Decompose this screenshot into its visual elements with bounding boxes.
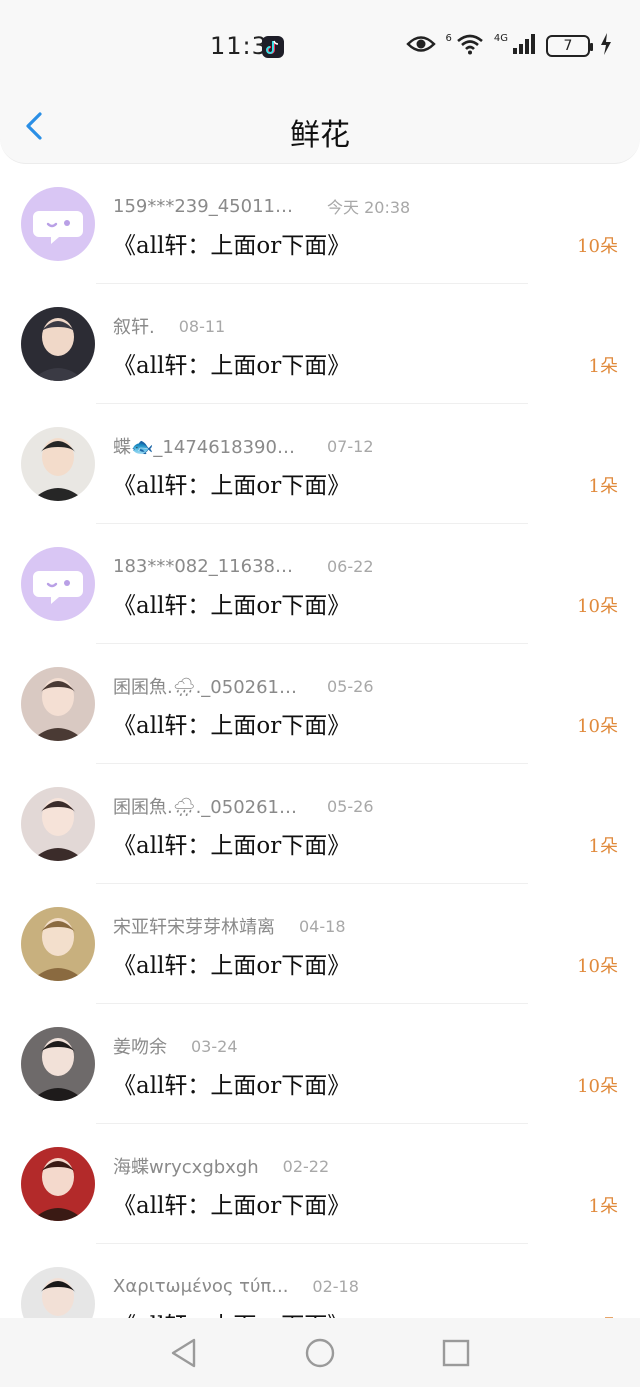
gift-date: 05-26 — [327, 676, 374, 696]
status-bar: 11:38 6 4G 7 — [0, 0, 640, 90]
gift-work-title[interactable]: 《all轩：上面or下面》 — [113, 946, 350, 980]
nav-back-button[interactable] — [166, 1335, 202, 1371]
flower-count: 1朵 — [588, 836, 618, 857]
gift-work-title[interactable]: 《all轩：上面or下面》 — [113, 346, 350, 380]
avatar[interactable] — [21, 1147, 95, 1221]
gift-work-title[interactable]: 《all轩：上面or下面》 — [113, 586, 350, 620]
sender-name[interactable]: 蝶🐟_147461839071... — [113, 433, 303, 459]
flower-count: 10朵 — [577, 596, 618, 617]
sender-name[interactable]: 海蝶wrycxgbxgh — [113, 1153, 259, 1179]
charging-icon — [600, 33, 612, 59]
gift-list-item[interactable]: 囷囷魚.🌧._0502619... 05-26 《all轩：上面or下面》 1朵 — [0, 764, 640, 884]
sender-line: 囷囷魚.🌧._0502619... 05-26 — [113, 793, 374, 819]
gift-list-item[interactable]: 蝶🐟_147461839071... 07-12 《all轩：上面or下面》 1朵 — [0, 404, 640, 524]
sender-name[interactable]: 183***082_1163898869 — [113, 556, 303, 577]
status-icons: 6 4G 7 — [405, 32, 613, 60]
sender-name[interactable]: 囷囷魚.🌧._0502619... — [113, 673, 303, 699]
gift-list-item[interactable]: 宋亚轩宋芽芽林靖离 04-18 《all轩：上面or下面》 10朵 — [0, 884, 640, 1004]
avatar[interactable] — [21, 1027, 95, 1101]
gift-work-title[interactable]: 《all轩：上面or下面》 — [113, 1186, 350, 1220]
circle-home-icon — [305, 1338, 335, 1367]
header: 鲜花 — [0, 90, 640, 164]
avatar[interactable] — [21, 307, 95, 381]
sender-name[interactable]: 宋亚轩宋芽芽林靖离 — [113, 913, 275, 939]
flower-count: 1朵 — [588, 476, 618, 497]
sender-line: 183***082_1163898869 06-22 — [113, 553, 374, 579]
sender-line: 宋亚轩宋芽芽林靖离 04-18 — [113, 913, 346, 939]
gift-work-title[interactable]: 《all轩：上面or下面》 — [113, 706, 350, 740]
avatar[interactable] — [21, 667, 95, 741]
gift-date: 04-18 — [299, 916, 346, 936]
page-title: 鲜花 — [290, 118, 350, 153]
square-recents-icon — [442, 1339, 470, 1366]
wifi-icon — [456, 33, 484, 59]
avatar[interactable] — [21, 787, 95, 861]
avatar[interactable] — [21, 907, 95, 981]
gift-list-item[interactable]: 183***082_1163898869 06-22 《all轩：上面or下面》 10… — [0, 524, 640, 644]
gift-date: 08-11 — [178, 316, 226, 336]
gift-list-item[interactable]: 159***239_4501199848 今天 20:38 《all轩：上面or下面… — [0, 164, 640, 284]
flower-count: 1朵 — [588, 1196, 618, 1217]
gift-date: 06-22 — [327, 556, 374, 576]
gift-list: 159***239_4501199848 今天 20:38 《all轩：上面or下面… — [0, 164, 640, 1318]
sim-slot-label: 6 — [445, 32, 452, 44]
gift-date: 02-18 — [312, 1276, 359, 1296]
gift-date: 05-26 — [327, 796, 374, 816]
sender-name[interactable]: 159***239_4501199848 — [113, 196, 303, 217]
flower-count: 10朵 — [577, 1076, 618, 1097]
gift-list-item[interactable]: 叙轩. 08-11 《all轩：上面or下面》 1朵 — [0, 284, 640, 404]
sender-line: 姜吻余 03-24 — [113, 1033, 238, 1059]
network-type: 4G — [493, 32, 508, 44]
gift-work-title[interactable]: 《all轩：上面or下面》 — [113, 1306, 350, 1318]
flower-count: 10朵 — [577, 956, 618, 977]
sender-line: 海蝶wrycxgbxgh 02-22 — [113, 1153, 329, 1179]
gift-work-title[interactable]: 《all轩：上面or下面》 — [113, 1066, 350, 1100]
avatar[interactable] — [21, 427, 95, 501]
flower-count: 10朵 — [577, 236, 618, 257]
gift-date: 07-12 — [327, 436, 374, 456]
nav-recents-button[interactable] — [438, 1335, 474, 1371]
gift-date: 02-22 — [282, 1156, 330, 1176]
gift-list-item[interactable]: 囷囷魚.🌧._0502619... 05-26 《all轩：上面or下面》 10朵 — [0, 644, 640, 764]
gift-list-item[interactable]: 姜吻余 03-24 《all轩：上面or下面》 10朵 — [0, 1004, 640, 1124]
sender-line: 囷囷魚.🌧._0502619... 05-26 — [113, 673, 374, 699]
signal-icon — [512, 34, 536, 58]
flower-count: 1朵 — [588, 356, 618, 377]
sender-line: 159***239_4501199848 今天 20:38 — [113, 193, 410, 219]
gift-list-item[interactable]: Χαριτωμένος τύπ...02-18《all轩：上面or下面》1朵 — [0, 1244, 640, 1318]
sender-name[interactable]: 囷囷魚.🌧._0502619... — [113, 793, 303, 819]
eye-icon — [405, 34, 436, 58]
screen: 11:38 6 4G 7 鲜花 159***239_4501199 今天 20:… — [0, 0, 640, 1387]
gift-list-item[interactable]: 海蝶wrycxgbxgh 02-22 《all轩：上面or下面》 1朵 — [0, 1124, 640, 1244]
tiktok-notification-icon — [262, 36, 284, 58]
system-nav-bar — [0, 1318, 640, 1387]
avatar[interactable] — [21, 187, 95, 261]
battery-icon: 7 — [546, 35, 593, 57]
gift-work-title[interactable]: 《all轩：上面or下面》 — [113, 466, 350, 500]
sender-name[interactable]: 叙轩. — [113, 313, 155, 339]
gift-date: 03-24 — [191, 1036, 238, 1056]
nav-home-button[interactable] — [302, 1335, 338, 1371]
triangle-back-icon — [171, 1338, 196, 1367]
sender-line: Χαριτωμένος τύπ... 02-18 — [113, 1273, 359, 1299]
sender-line: 蝶🐟_147461839071... 07-12 — [113, 433, 374, 459]
sender-name[interactable]: Χαριτωμένος τύπ... — [113, 1276, 288, 1297]
flower-count: 10朵 — [577, 716, 618, 737]
sender-line: 叙轩. 08-11 — [113, 313, 225, 339]
gift-work-title[interactable]: 《all轩：上面or下面》 — [113, 826, 350, 860]
gift-work-title[interactable]: 《all轩：上面or下面》 — [113, 226, 350, 260]
sender-name[interactable]: 姜吻余 — [113, 1033, 167, 1059]
avatar[interactable] — [21, 1267, 95, 1318]
avatar[interactable] — [21, 547, 95, 621]
gift-date: 今天 20:38 — [327, 198, 411, 217]
